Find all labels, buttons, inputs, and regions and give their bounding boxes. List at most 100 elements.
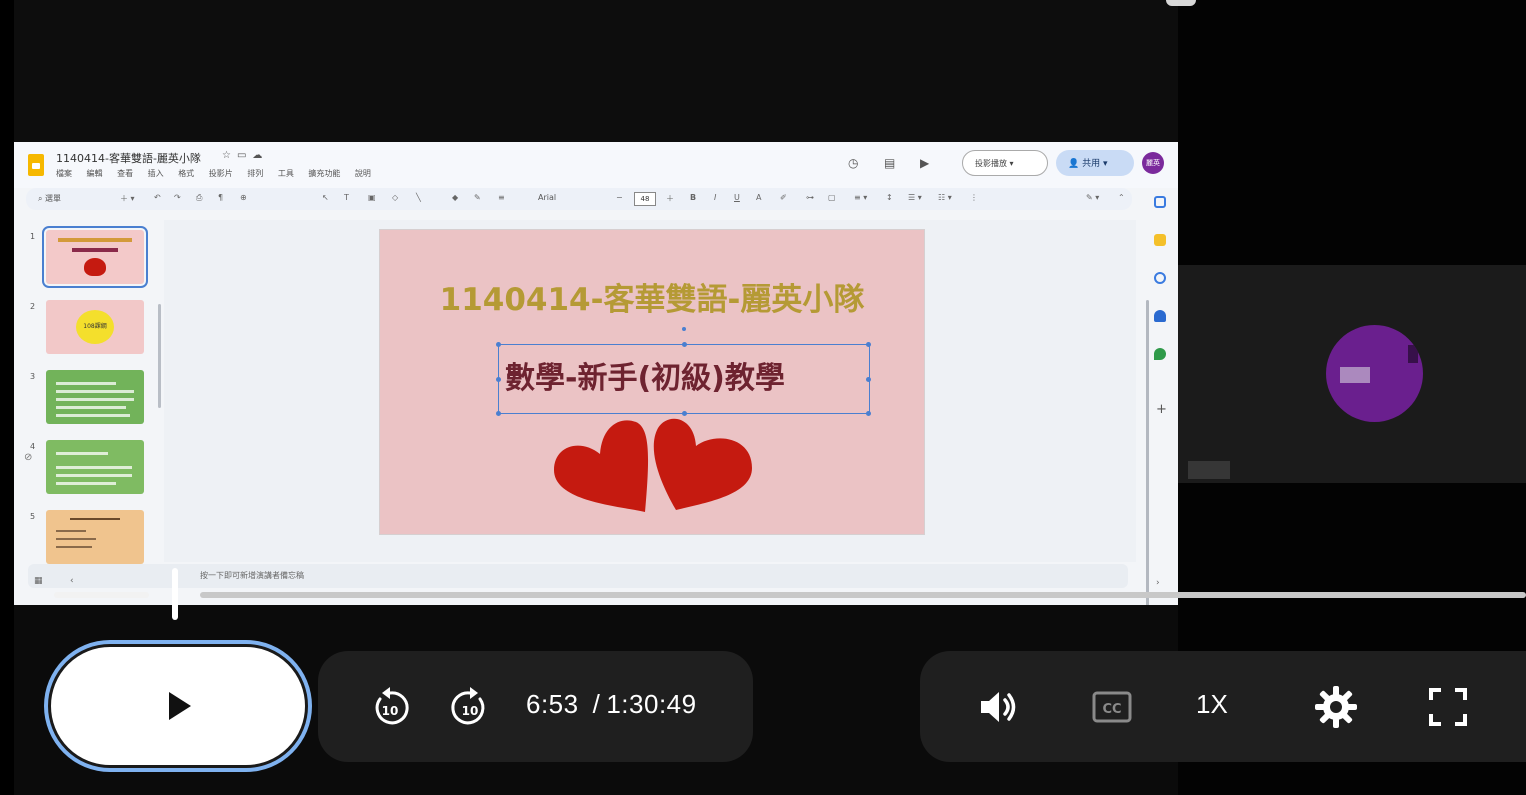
play-icon <box>169 692 191 720</box>
time-separator: / <box>592 689 601 719</box>
shape-icon: ◇ <box>392 193 399 202</box>
slides-header: 1140414-客華雙語-麗英小隊 ☆▭☁ 檔案 編輯 查看 插入 格式 投影片… <box>14 142 1178 188</box>
selection-handle <box>866 342 871 347</box>
video-player: 1140414-客華雙語-麗英小隊 ☆▭☁ 檔案 編輯 查看 插入 格式 投影片… <box>0 0 1526 795</box>
thumb-line <box>56 546 92 548</box>
thumb-title <box>58 238 132 242</box>
tasks-icon <box>1154 272 1166 284</box>
fullscreen-icon[interactable] <box>1428 687 1468 727</box>
toolbar-search-label: 選單 <box>45 194 62 203</box>
zoom-icon: ⊕ <box>240 193 247 202</box>
thumb-line <box>56 538 96 540</box>
heart-icon <box>653 418 752 510</box>
duration: 1:30:49 <box>606 689 697 719</box>
format-toolbar: ⌕ 選單 ＋ ▾ ↶ ↷ ⎙ ¶ ⊕ ↖ T ▣ ◇ ╲ ◆ ✎ ≡ Arial… <box>26 188 1132 210</box>
link-icon: ⊶ <box>806 193 814 202</box>
seek-bar[interactable] <box>54 568 1526 620</box>
thumb-line <box>56 466 132 469</box>
thumb-subtitle <box>72 248 118 252</box>
participant-tile <box>1178 265 1526 483</box>
menu-item: 編輯 <box>86 169 103 178</box>
menu-item: 擴充功能 <box>308 169 341 178</box>
font-selector: Arial <box>538 193 557 202</box>
slide-subtitle: 數學-新手(初級)教學 <box>505 361 785 396</box>
align-icon: ≡ ▾ <box>854 193 868 202</box>
pen-icon: ✎ ▾ <box>1086 193 1100 202</box>
participant-name-redacted <box>1188 461 1230 479</box>
shared-screen: 1140414-客華雙語-麗英小隊 ☆▭☁ 檔案 編輯 查看 插入 格式 投影片… <box>14 142 1178 605</box>
slide-canvas: 1140414-客華雙語-麗英小隊 數學-新手(初級)教學 <box>164 220 1149 605</box>
present-button: 投影播放 ▾ <box>962 150 1048 176</box>
present-label: 投影播放 <box>975 159 1007 168</box>
slide-title: 1140414-客華雙語-麗英小隊 <box>439 282 865 318</box>
link-icon: ⊘ <box>24 452 33 463</box>
toolbar-search: ⌕ 選單 <box>38 193 61 204</box>
underline-icon: U <box>734 193 740 202</box>
border-icon: ✎ <box>474 193 481 202</box>
slide-filmstrip: 1 2 108課綱 3 4 5 <box>14 222 164 564</box>
thumb-line <box>56 414 130 417</box>
line-icon: ╲ <box>416 193 421 202</box>
search-icon: ⌕ <box>38 194 43 203</box>
menu-item: 排列 <box>247 169 264 178</box>
play-button[interactable] <box>48 644 308 768</box>
avatar-blur <box>1408 345 1418 363</box>
slide-thumbnail: 108課綱 <box>46 300 144 354</box>
history-icon: ◷ <box>848 156 859 170</box>
hearts-graphic <box>554 418 752 512</box>
playback-speed-button[interactable]: 1X <box>1196 689 1228 720</box>
video-letterbox-top <box>14 0 1178 142</box>
side-panel-rail: + <box>1144 188 1178 508</box>
heart-icon <box>84 258 106 276</box>
menu-item: 工具 <box>277 169 294 178</box>
share-button: 👤 共用 ▾ <box>1056 150 1134 176</box>
svg-text:10: 10 <box>382 704 399 718</box>
thumb-line <box>56 406 126 409</box>
selection-handle <box>496 377 501 382</box>
thumb-number: 1 <box>30 232 36 241</box>
speaker-notes-placeholder: 按一下即可新增演講者備忘稿 <box>200 571 304 580</box>
keep-icon <box>1154 234 1166 246</box>
share-label: 共用 <box>1082 159 1101 169</box>
time-display: 6:53 /1:30:49 <box>526 689 697 720</box>
numbered-list-icon: ☷ ▾ <box>938 193 952 202</box>
selection-handle <box>496 342 501 347</box>
subtitle-selection-box: 數學-新手(初級)教學 <box>496 327 871 416</box>
selection-handle <box>866 377 871 382</box>
seek-bar-played <box>54 592 149 598</box>
svg-text:10: 10 <box>462 704 479 718</box>
seek-bar-thumb[interactable] <box>172 568 178 620</box>
forward-10-icon[interactable]: 10 <box>450 685 490 729</box>
more-icon: ⋮ <box>970 193 978 202</box>
settings-gear-icon[interactable] <box>1314 685 1358 729</box>
thumb-line <box>56 390 134 393</box>
comments-icon: ▤ <box>884 156 896 170</box>
textbox-icon: T <box>344 193 349 202</box>
rewind-10-icon[interactable]: 10 <box>370 685 410 729</box>
svg-text:CC: CC <box>1102 702 1121 717</box>
thumb-number: 5 <box>30 512 36 521</box>
undo-icon: ↶ <box>154 193 161 202</box>
volume-icon[interactable] <box>978 687 1020 727</box>
meet-icon: ▶ <box>920 156 930 170</box>
player-settings-controls: CC 1X <box>920 651 1526 762</box>
paint-format-icon: ¶ <box>218 193 224 202</box>
print-icon: ⎙ <box>196 193 203 202</box>
add-addon-icon: + <box>1156 402 1167 417</box>
thumb-line <box>56 398 134 401</box>
captions-icon[interactable]: CC <box>1092 691 1132 723</box>
text-color-icon: A <box>756 193 762 202</box>
avatar-blur <box>1340 367 1370 383</box>
menu-bar: 檔案 編輯 查看 插入 格式 投影片 排列 工具 擴充功能 說明 <box>56 168 383 179</box>
bullets-icon: ☰ ▾ <box>908 193 922 202</box>
speaker-notes: 按一下即可新增演講者備忘稿 <box>28 564 1128 588</box>
thumb-number: 3 <box>30 372 36 381</box>
fill-icon: ◆ <box>452 193 459 202</box>
chevron-left-icon: ‹ <box>70 576 74 586</box>
font-size-field: 48 <box>634 192 656 206</box>
doc-title-icons: ☆▭☁ <box>222 150 268 161</box>
corner-indicator <box>1166 0 1196 6</box>
folder-icon: ▭ <box>236 150 253 161</box>
font-size-increase-icon: ＋ <box>666 194 674 203</box>
font-size-decrease-icon: − <box>616 193 623 202</box>
